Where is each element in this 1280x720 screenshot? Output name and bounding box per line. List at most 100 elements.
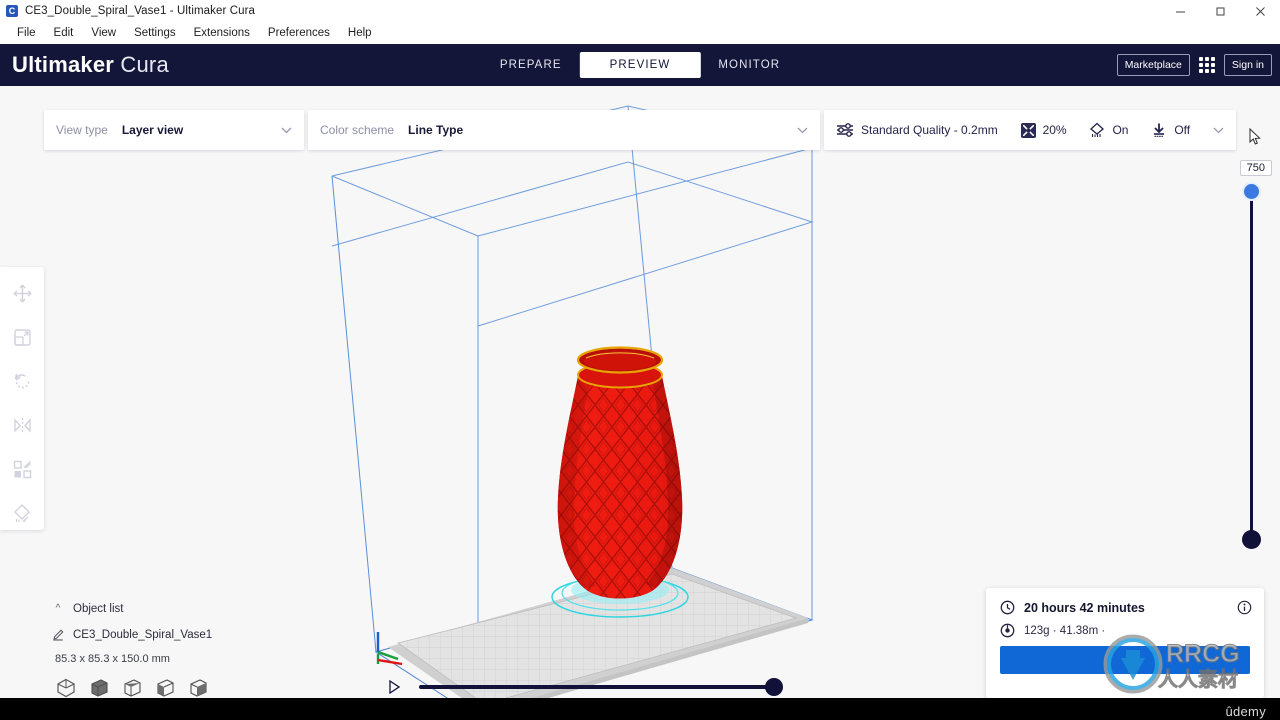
mirror-tool-button[interactable] [7,408,37,442]
maximize-icon [1216,7,1224,15]
clock-icon [1000,600,1015,615]
cura-logo: Ultimaker Cura [12,52,169,78]
menu-item-extensions[interactable]: Extensions [185,25,259,41]
print-time-row: 20 hours 42 minutes [1000,600,1250,615]
cura-application-window: C CE3_Double_Spiral_Vase1 - Ultimaker Cu… [0,0,1280,720]
view-cube-top-icon[interactable] [122,678,142,698]
cura-header: Ultimaker Cura PREPARE PREVIEW MONITOR M… [0,44,1280,86]
scale-tool-button[interactable] [7,321,37,355]
object-list-item-name: CE3_Double_Spiral_Vase1 [73,628,213,641]
view-cube-iso-icon[interactable] [56,678,76,698]
sign-in-button[interactable]: Sign in [1223,54,1272,76]
model-tools-sidebar [0,267,44,530]
path-slider-track[interactable] [419,678,783,696]
object-list-header[interactable]: ^ Object list [52,598,312,619]
menu-item-file[interactable]: File [8,25,45,41]
menu-item-help[interactable]: Help [339,25,381,41]
chevron-down-icon [281,127,292,133]
support-blocker-icon [14,504,30,523]
move-icon [13,284,31,303]
mouse-cursor [1249,128,1261,145]
infill-value: 20% [1042,123,1067,137]
minimize-icon [1175,11,1185,12]
path-slider-handle[interactable] [765,678,783,696]
adhesion-icon [1151,122,1167,138]
material-usage-row: 123g · 41.38m · [1000,623,1250,638]
color-scheme-value: Line Type [408,123,464,137]
chevron-down-icon [797,127,808,133]
view-cube-left-icon[interactable] [155,678,175,698]
preview-control-bar: View type Layer view Color scheme Line T… [44,110,1236,150]
view-type-value: Layer view [121,123,184,137]
view-orientation-cubes [56,678,312,698]
window-titlebar: C CE3_Double_Spiral_Vase1 - Ultimaker Cu… [0,0,1280,22]
adhesion-setting[interactable]: Off [1151,122,1190,138]
support-value: On [1112,123,1129,137]
estimated-print-time: 20 hours 42 minutes [1024,600,1145,615]
list-item[interactable]: CE3_Double_Spiral_Vase1 [52,624,312,645]
print-settings-summary[interactable]: Standard Quality - 0.2mm 20% On Off [824,110,1236,150]
tab-prepare[interactable]: PREPARE [482,52,580,78]
scale-icon [13,329,31,346]
view-cube-right-icon[interactable] [188,678,208,698]
view-type-label: View type [56,123,108,137]
mirror-icon [13,417,31,433]
menu-item-preferences[interactable]: Preferences [259,25,339,41]
window-controls [1160,0,1280,22]
tab-preview[interactable]: PREVIEW [579,52,701,78]
apps-grid-icon[interactable] [1198,57,1215,73]
move-tool-button[interactable] [7,277,37,311]
play-icon[interactable] [388,680,401,694]
path-playback-controls [388,676,788,698]
maximize-button[interactable] [1200,0,1240,22]
chevron-up-icon: ^ [55,603,61,614]
header-right-actions: Marketplace Sign in [1116,44,1272,86]
menu-item-settings[interactable]: Settings [125,25,185,41]
support-icon [1089,122,1105,138]
layer-slider-track[interactable] [1250,186,1253,541]
per-model-settings-tool-button[interactable] [7,452,37,486]
quality-profile-value: Standard Quality - 0.2mm [861,123,998,137]
model-top-rim [576,346,664,389]
bottom-letterbox-bar [0,698,1280,720]
brand-cura: Cura [120,52,169,77]
support-blocker-tool-button[interactable] [7,496,37,530]
quality-profile[interactable]: Standard Quality - 0.2mm [836,123,998,137]
close-button[interactable] [1240,0,1280,22]
layer-slider[interactable]: 750 [1232,160,1272,560]
udemy-watermark: ûdemy [1225,704,1266,719]
object-list-title: Object list [73,602,124,615]
menu-item-edit[interactable]: Edit [45,25,83,41]
color-scheme-selector[interactable]: Color scheme Line Type [308,110,820,150]
material-usage: 123g · 41.38m · [1024,624,1106,637]
adhesion-value: Off [1174,123,1191,137]
print-info-button[interactable] [1237,600,1252,620]
support-setting[interactable]: On [1089,122,1128,138]
view-cube-front-icon[interactable] [89,678,109,698]
rotate-tool-button[interactable] [7,365,37,399]
expand-settings-chevron-down-icon[interactable] [1213,127,1224,134]
marketplace-button[interactable]: Marketplace [1116,54,1190,76]
model-edit-icon [52,628,64,642]
view-type-selector[interactable]: View type Layer view [44,110,304,150]
app-icon: C [6,5,18,17]
stage-tabs: PREPARE PREVIEW MONITOR [482,52,798,78]
print-information-card: 20 hours 42 minutes 123g · 41.38m · [986,588,1264,698]
layer-slider-lower-handle[interactable] [1242,530,1261,549]
object-list-panel: ^ Object list CE3_Double_Spiral_Vase1 85… [52,598,312,698]
per-model-settings-icon [13,460,31,478]
layer-slider-value: 750 [1239,160,1272,176]
infill-icon [1020,122,1036,138]
menu-item-view[interactable]: View [82,25,125,41]
close-icon [1255,6,1265,16]
minimize-button[interactable] [1160,0,1200,22]
model-dimensions: 85.3 x 85.3 x 150.0 mm [55,653,170,665]
tab-monitor[interactable]: MONITOR [700,52,798,78]
infill-setting[interactable]: 20% [1020,122,1067,138]
sliders-icon [836,123,854,137]
layer-slider-upper-handle[interactable] [1242,182,1261,201]
save-to-disk-button[interactable] [1000,646,1250,674]
rotate-icon [14,373,29,389]
window-title: CE3_Double_Spiral_Vase1 - Ultimaker Cura [25,5,256,17]
spool-icon [1000,623,1015,638]
